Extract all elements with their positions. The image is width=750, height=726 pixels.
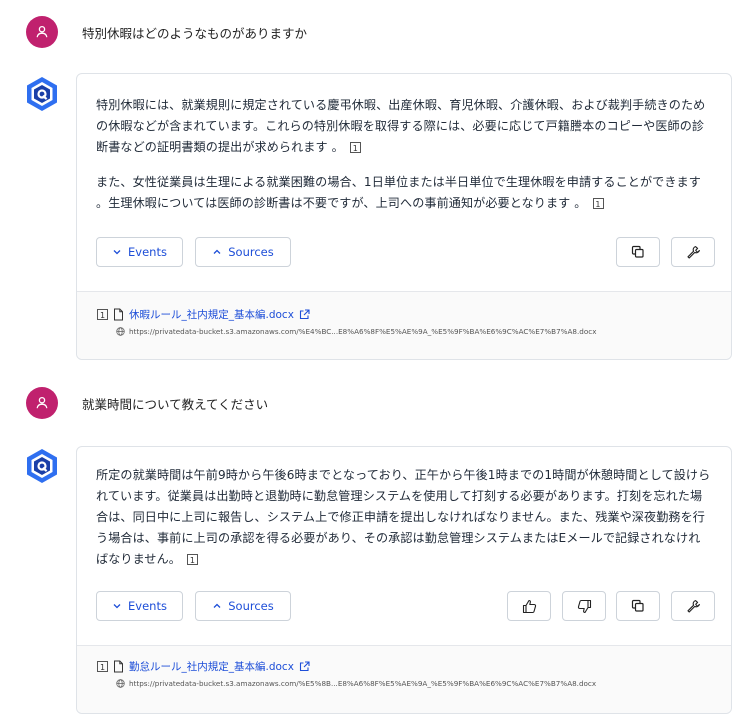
chevron-down-icon [113,604,121,609]
user-message-text: 特別休暇はどのようなものがありますか [82,26,308,41]
bot-logo-icon [27,449,57,483]
source-title-link[interactable]: 休暇ルール_社内規定_基本編.docx [129,307,294,322]
external-link-icon[interactable] [299,309,310,320]
events-label: Events [128,245,167,259]
sources-button[interactable]: Sources [195,591,291,621]
like-button[interactable] [507,591,551,621]
answer-text: また、女性従業員は生理による就業困難の場合、1日単位または半日単位で生理休暇を申… [96,175,701,210]
chevron-up-icon [213,603,221,608]
user-message: 就業時間について教えてください [0,377,750,421]
chevron-up-icon [213,249,221,254]
source-number: 1 [97,309,108,320]
answer-paragraph: 所定の就業時間は午前9時から午後6時までとなっており、正午から午後1時までの1時… [96,465,711,570]
user-message-text: 就業時間について教えてください [82,397,269,412]
copy-button[interactable] [616,591,660,621]
external-link-icon[interactable] [299,661,310,672]
assistant-response-card: 所定の就業時間は午前9時から午後6時までとなっており、正午から午後1時までの1時… [76,446,732,714]
wrench-icon [687,246,700,259]
thumbs-up-icon [522,599,536,613]
citation-marker[interactable]: 1 [187,554,198,565]
user-icon [36,396,48,409]
copy-icon [631,245,644,258]
document-icon [114,308,123,321]
source-url-text: https://privatedata-bucket.s3.amazonaws.… [129,679,597,688]
sources-panel: 1 休暇ルール_社内規定_基本編.docx https://privatedat… [77,291,731,359]
user-message: 特別休暇はどのようなものがありますか [0,6,750,50]
source-url: https://privatedata-bucket.s3.amazonaws.… [116,327,596,336]
sources-panel: 1 勤怠ルール_社内規定_基本編.docx https://privatedat… [77,645,731,713]
copy-icon [631,599,644,612]
globe-icon [116,327,125,336]
source-item[interactable]: 1 勤怠ルール_社内規定_基本編.docx [97,659,310,674]
answer-text: 特別休暇には、就業規則に規定されている慶弔休暇、出産休暇、育児休暇、介護休暇、お… [96,98,706,154]
answer-paragraph: 特別休暇には、就業規則に規定されている慶弔休暇、出産休暇、育児休暇、介護休暇、お… [96,95,711,158]
divider [77,291,731,292]
copy-button[interactable] [616,237,660,267]
answer-paragraph: また、女性従業員は生理による就業困難の場合、1日単位または半日単位で生理休暇を申… [96,172,711,214]
events-button[interactable]: Events [96,237,183,267]
citation-marker[interactable]: 1 [592,198,604,209]
answer-text: 所定の就業時間は午前9時から午後6時までとなっており、正午から午後1時までの1時… [96,468,711,566]
settings-button[interactable] [671,237,715,267]
globe-icon [116,679,125,688]
source-url: https://privatedata-bucket.s3.amazonaws.… [116,679,596,688]
settings-button[interactable] [671,591,715,621]
divider [77,645,731,646]
document-icon [114,660,123,673]
bot-logo-icon [27,77,57,111]
source-title-link[interactable]: 勤怠ルール_社内規定_基本編.docx [129,659,294,674]
user-avatar [26,16,58,48]
sources-label: Sources [228,599,274,613]
thumbs-down-icon [577,599,591,613]
dislike-button[interactable] [562,591,606,621]
events-label: Events [128,599,167,613]
source-url-text: https://privatedata-bucket.s3.amazonaws.… [129,327,597,336]
source-number: 1 [97,661,108,672]
user-icon [36,25,48,38]
wrench-icon [687,600,700,613]
assistant-response-card: 特別休暇には、就業規則に規定されている慶弔休暇、出産休暇、育児休暇、介護休暇、お… [76,73,732,360]
source-item[interactable]: 1 休暇ルール_社内規定_基本編.docx [97,307,310,322]
sources-label: Sources [228,245,274,259]
chevron-down-icon [113,250,121,255]
events-button[interactable]: Events [96,591,183,621]
citation-marker[interactable]: 1 [349,142,361,153]
user-avatar [26,387,58,419]
sources-button[interactable]: Sources [195,237,291,267]
